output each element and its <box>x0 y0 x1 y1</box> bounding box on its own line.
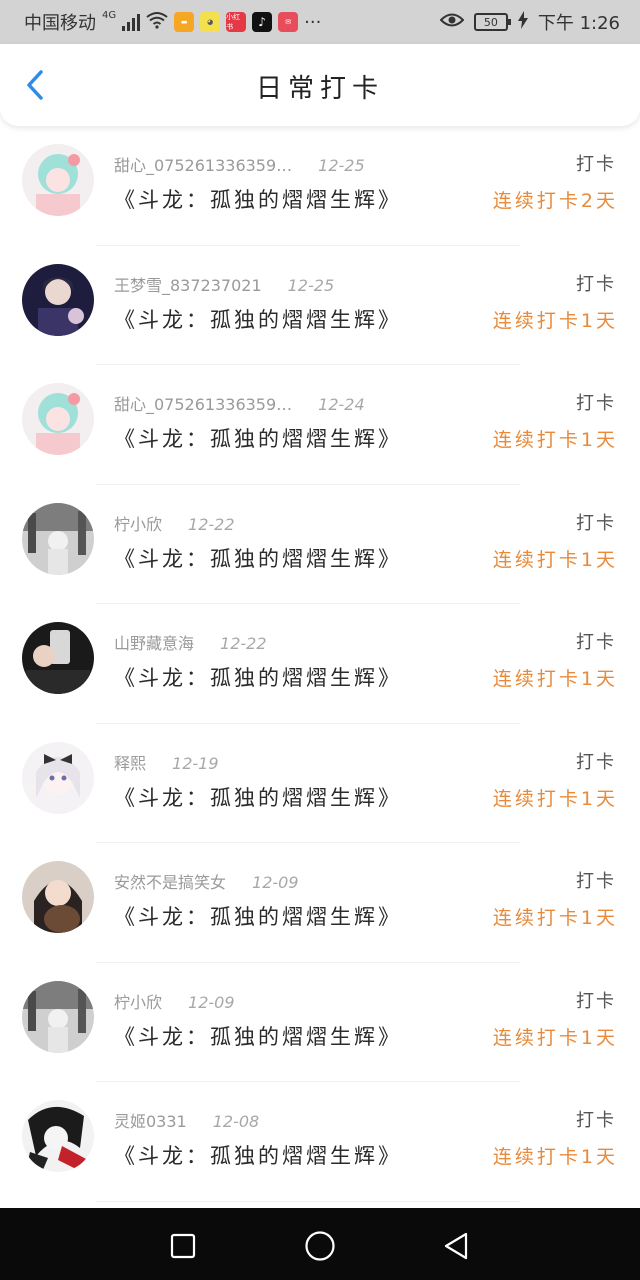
avatar[interactable] <box>22 502 94 575</box>
back-nav-button[interactable] <box>436 1226 476 1266</box>
list-item[interactable]: 山野藏意海 12-22 《斗龙：孤独的熠熠生辉》 打卡 连续打卡1天 <box>0 604 640 724</box>
username[interactable]: 释熙 <box>114 754 146 773</box>
list-item[interactable]: 灵姬0331 12-08 《斗龙：孤独的熠熠生辉》 打卡 连续打卡1天 <box>0 1082 640 1202</box>
username[interactable]: 柠小欣 <box>114 515 162 534</box>
streak-label: 连续打卡1天 <box>492 1146 618 1168</box>
streak-label: 连续打卡1天 <box>492 907 618 929</box>
more-icon: ··· <box>304 11 322 33</box>
checkin-date: 12-09 <box>188 992 235 1012</box>
book-title: 《斗龙：孤独的熠熠生辉》 <box>114 905 402 929</box>
checkin-date: 12-08 <box>212 1112 260 1131</box>
signal-icon <box>122 13 141 31</box>
avatar[interactable] <box>22 861 94 933</box>
list-item[interactable]: 安然不是搞笑女 12-09 《斗龙：孤独的熠熠生辉》 打卡 连续打卡1天 <box>0 843 640 963</box>
status-left: 中国移动 4G ▬ ◕ 小红书 ♪ ✉ ··· <box>24 10 321 34</box>
streak-label: 连续打卡1天 <box>492 309 618 332</box>
status-right: 50 下午 1:26 <box>439 10 620 34</box>
clock: 下午 1:26 <box>537 13 620 34</box>
charging-icon <box>517 10 528 34</box>
avatar[interactable] <box>22 263 94 336</box>
username[interactable]: 王梦雪_837237021 <box>114 276 262 295</box>
recent-apps-icon <box>170 1233 196 1259</box>
app-icon-yellow: ◕ <box>200 12 221 32</box>
status-bar: 中国移动 4G ▬ ◕ 小红书 ♪ ✉ ··· 50 下午 1:26 <box>0 0 640 44</box>
list-item[interactable]: 甜心_075261336359… 12-25 《斗龙：孤独的熠熠生辉》 打卡 连续… <box>0 126 640 246</box>
checkin-label: 打卡 <box>576 632 616 653</box>
book-title: 《斗龙：孤独的熠熠生辉》 <box>114 1024 402 1049</box>
checkin-label: 打卡 <box>576 1110 616 1131</box>
book-title: 《斗龙：孤独的熠熠生辉》 <box>114 666 402 690</box>
checkin-list: 甜心_075261336359… 12-25 《斗龙：孤独的熠熠生辉》 打卡 连续… <box>0 126 640 1208</box>
book-title: 《斗龙：孤独的熠熠生辉》 <box>114 1144 402 1168</box>
checkin-label: 打卡 <box>576 990 616 1012</box>
streak-label: 连续打卡1天 <box>492 668 618 690</box>
battery-icon: 50 <box>473 13 511 31</box>
list-item[interactable]: 王梦雪_837237021 12-25 《斗龙：孤独的熠熠生辉》 打卡 连续打卡1… <box>0 246 640 366</box>
checkin-label: 打卡 <box>576 154 616 175</box>
book-title: 《斗龙：孤独的熠熠生辉》 <box>114 307 402 332</box>
checkin-label: 打卡 <box>576 273 616 295</box>
streak-label: 连续打卡1天 <box>492 429 618 451</box>
streak-label: 连续打卡1天 <box>492 1026 618 1049</box>
checkin-date: 12-22 <box>188 514 235 534</box>
list-item[interactable]: 甜心_075261336359… 12-24 《斗龙：孤独的熠熠生辉》 打卡 连续… <box>0 365 640 485</box>
back-icon <box>444 1232 468 1260</box>
wifi-icon <box>146 11 168 34</box>
carrier-label: 中国移动 <box>24 13 96 34</box>
system-nav-bar <box>0 1208 640 1280</box>
username[interactable]: 柠小欣 <box>114 993 162 1012</box>
checkin-label: 打卡 <box>576 751 616 773</box>
username[interactable]: 灵姬0331 <box>114 1112 187 1131</box>
home-icon <box>305 1231 335 1261</box>
page-title: 日常打卡 <box>255 74 384 104</box>
username[interactable]: 安然不是搞笑女 <box>114 873 226 892</box>
home-button[interactable] <box>300 1226 340 1266</box>
avatar[interactable] <box>22 144 94 216</box>
username[interactable]: 山野藏意海 <box>114 634 194 653</box>
avatar[interactable] <box>22 980 94 1053</box>
book-title: 《斗龙：孤独的熠熠生辉》 <box>114 188 402 212</box>
eye-icon <box>439 12 465 33</box>
checkin-date: 12-19 <box>172 753 219 773</box>
recent-apps-button[interactable] <box>163 1226 203 1266</box>
tiktok-icon: ♪ <box>252 12 273 32</box>
list-item[interactable]: 柠小欣 12-22 《斗龙：孤独的熠熠生辉》 打卡 连续打卡1天 <box>0 485 640 605</box>
book-title: 《斗龙：孤独的熠熠生辉》 <box>114 785 402 810</box>
avatar[interactable] <box>22 383 94 455</box>
streak-label: 连续打卡1天 <box>492 548 618 571</box>
streak-label: 连续打卡1天 <box>492 787 618 810</box>
username[interactable]: 甜心_075261336359… <box>114 156 292 175</box>
checkin-date: 12-25 <box>318 156 365 175</box>
network-type: 4G <box>102 10 117 21</box>
app-icon-red2: ✉ <box>278 12 299 32</box>
avatar[interactable] <box>22 741 94 814</box>
avatar[interactable] <box>22 1100 94 1172</box>
page-header: 日常打卡 <box>0 44 640 126</box>
username[interactable]: 甜心_075261336359… <box>114 395 292 414</box>
app-icon-red: 小红书 <box>226 12 247 32</box>
checkin-label: 打卡 <box>576 512 616 534</box>
streak-label: 连续打卡2天 <box>492 190 618 212</box>
book-title: 《斗龙：孤独的熠熠生辉》 <box>114 546 402 571</box>
checkin-date: 12-24 <box>318 395 365 414</box>
list-item[interactable]: 释熙 12-19 《斗龙：孤独的熠熠生辉》 打卡 连续打卡1天 <box>0 724 640 844</box>
avatar[interactable] <box>22 622 94 694</box>
list-item[interactable]: 柠小欣 12-09 《斗龙：孤独的熠熠生辉》 打卡 连续打卡1天 <box>0 963 640 1083</box>
checkin-label: 打卡 <box>576 871 616 892</box>
checkin-date: 12-09 <box>252 873 299 892</box>
checkin-label: 打卡 <box>576 393 616 414</box>
app-icon-orange: ▬ <box>174 12 195 32</box>
checkin-date: 12-25 <box>287 275 335 295</box>
checkin-date: 12-22 <box>220 634 267 653</box>
book-title: 《斗龙：孤独的熠熠生辉》 <box>114 427 402 451</box>
